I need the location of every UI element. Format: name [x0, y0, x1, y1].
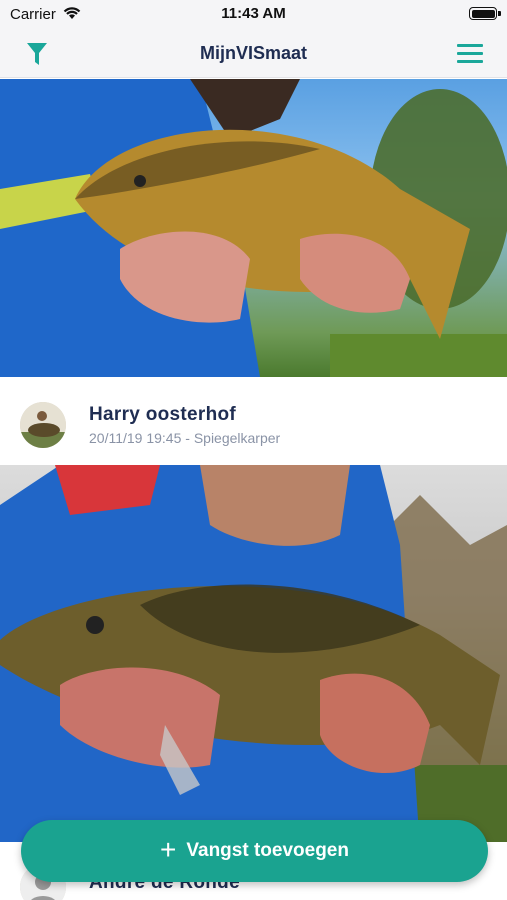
catch-photo[interactable]: [0, 465, 507, 850]
status-bar: Carrier 11:43 AM: [0, 0, 507, 30]
catch-photo[interactable]: [0, 79, 507, 377]
clock: 11:43 AM: [221, 5, 286, 22]
photo-angler-holding-carp: [0, 79, 507, 377]
plus-icon: +: [160, 833, 177, 865]
add-catch-label: Vangst toevoegen: [186, 840, 349, 861]
filter-icon[interactable]: [22, 39, 52, 69]
photo-angler-holding-mirror-carp: [0, 465, 507, 850]
post-header[interactable]: Harry oosterhof 20/11/19 19:45 - Spiegel…: [0, 377, 507, 465]
avatar[interactable]: [20, 402, 66, 448]
nav-bar: MijnVISmaat: [0, 30, 507, 78]
page-title: MijnVISmaat: [199, 43, 308, 63]
add-catch-button[interactable]: + Vangst toevoegen: [21, 820, 488, 882]
hamburger-menu-icon[interactable]: [455, 40, 485, 68]
post-author[interactable]: Harry oosterhof: [89, 404, 236, 426]
battery-icon: [469, 7, 497, 20]
post-meta: 20/11/19 19:45 - Spiegelkarper: [89, 430, 281, 446]
catch-feed[interactable]: Harry oosterhof 20/11/19 19:45 - Spiegel…: [0, 79, 507, 900]
